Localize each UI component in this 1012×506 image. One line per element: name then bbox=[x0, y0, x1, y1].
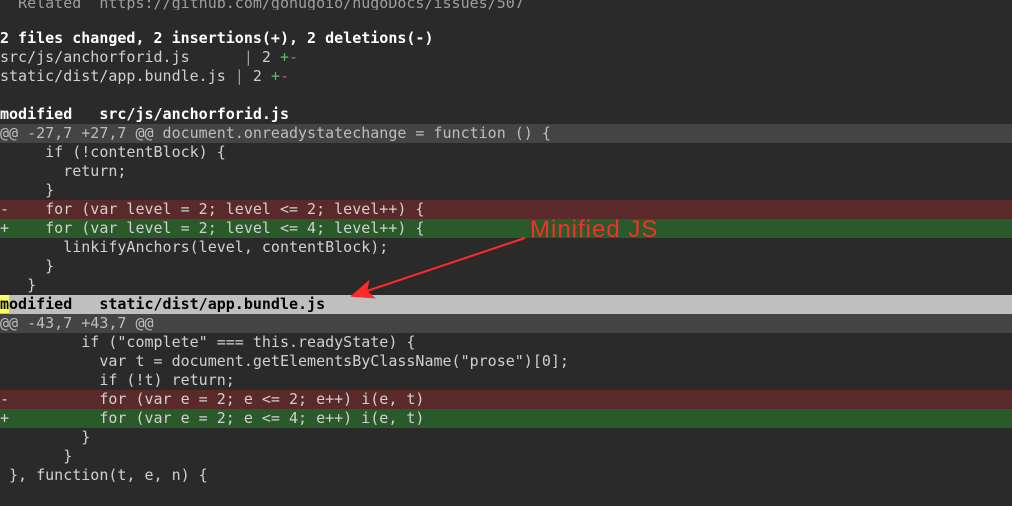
pipe: | bbox=[235, 67, 244, 85]
context-line: if ("complete" === this.readyState) { bbox=[0, 333, 1012, 352]
plus-mark: + bbox=[271, 67, 280, 85]
file-header-1[interactable]: modified src/js/anchorforid.js bbox=[0, 105, 1012, 124]
context-line: } bbox=[0, 276, 1012, 295]
context-line: if (!t) return; bbox=[0, 371, 1012, 390]
context-line: } bbox=[0, 257, 1012, 276]
added-line: + for (var level = 2; level <= 4; level+… bbox=[0, 219, 1012, 238]
blank-line bbox=[0, 86, 1012, 105]
file-header-2-text: odified static/dist/app.bundle.js bbox=[9, 295, 325, 313]
deleted-line: - for (var level = 2; level <= 2; level+… bbox=[0, 200, 1012, 219]
minus-mark: - bbox=[280, 67, 289, 85]
hunk-header-2: @@ -43,7 +43,7 @@ bbox=[0, 314, 1012, 333]
context-line: } bbox=[0, 447, 1012, 466]
context-line: linkifyAnchors(level, contentBlock); bbox=[0, 238, 1012, 257]
deleted-line: - for (var e = 2; e <= 2; e++) i(e, t) bbox=[0, 390, 1012, 409]
annotation-label: Minified JS bbox=[530, 220, 658, 239]
cursor: m bbox=[0, 295, 9, 313]
file1-count: 2 bbox=[253, 48, 280, 66]
context-line: if (!contentBlock) { bbox=[0, 143, 1012, 162]
file2-count: 2 bbox=[244, 67, 271, 85]
pipe: | bbox=[244, 48, 253, 66]
diffstat-summary: 2 files changed, 2 insertions(+), 2 dele… bbox=[0, 29, 1012, 48]
file-header-2[interactable]: modified static/dist/app.bundle.js bbox=[0, 295, 1012, 314]
context-line: var t = document.getElementsByClassName(… bbox=[0, 352, 1012, 371]
truncated-line: Related https://github.com/gohugoio/hugo… bbox=[0, 0, 1012, 10]
diff-viewer: Related https://github.com/gohugoio/hugo… bbox=[0, 0, 1012, 506]
blank-line bbox=[0, 485, 1012, 504]
diffstat-file-1: src/js/anchorforid.js | 2 +- bbox=[0, 48, 1012, 67]
context-line: } bbox=[0, 181, 1012, 200]
diffstat-file-2: static/dist/app.bundle.js | 2 +- bbox=[0, 67, 1012, 86]
minus-mark: - bbox=[289, 48, 298, 66]
added-line: + for (var e = 2; e <= 4; e++) i(e, t) bbox=[0, 409, 1012, 428]
blank-line bbox=[0, 10, 1012, 29]
plus-mark: + bbox=[280, 48, 289, 66]
context-line: return; bbox=[0, 162, 1012, 181]
hunk-header-1: @@ -27,7 +27,7 @@ document.onreadystatec… bbox=[0, 124, 1012, 143]
context-line: } bbox=[0, 428, 1012, 447]
context-line: }, function(t, e, n) { bbox=[0, 466, 1012, 485]
file1-name: src/js/anchorforid.js bbox=[0, 48, 244, 66]
file2-name: static/dist/app.bundle.js bbox=[0, 67, 235, 85]
